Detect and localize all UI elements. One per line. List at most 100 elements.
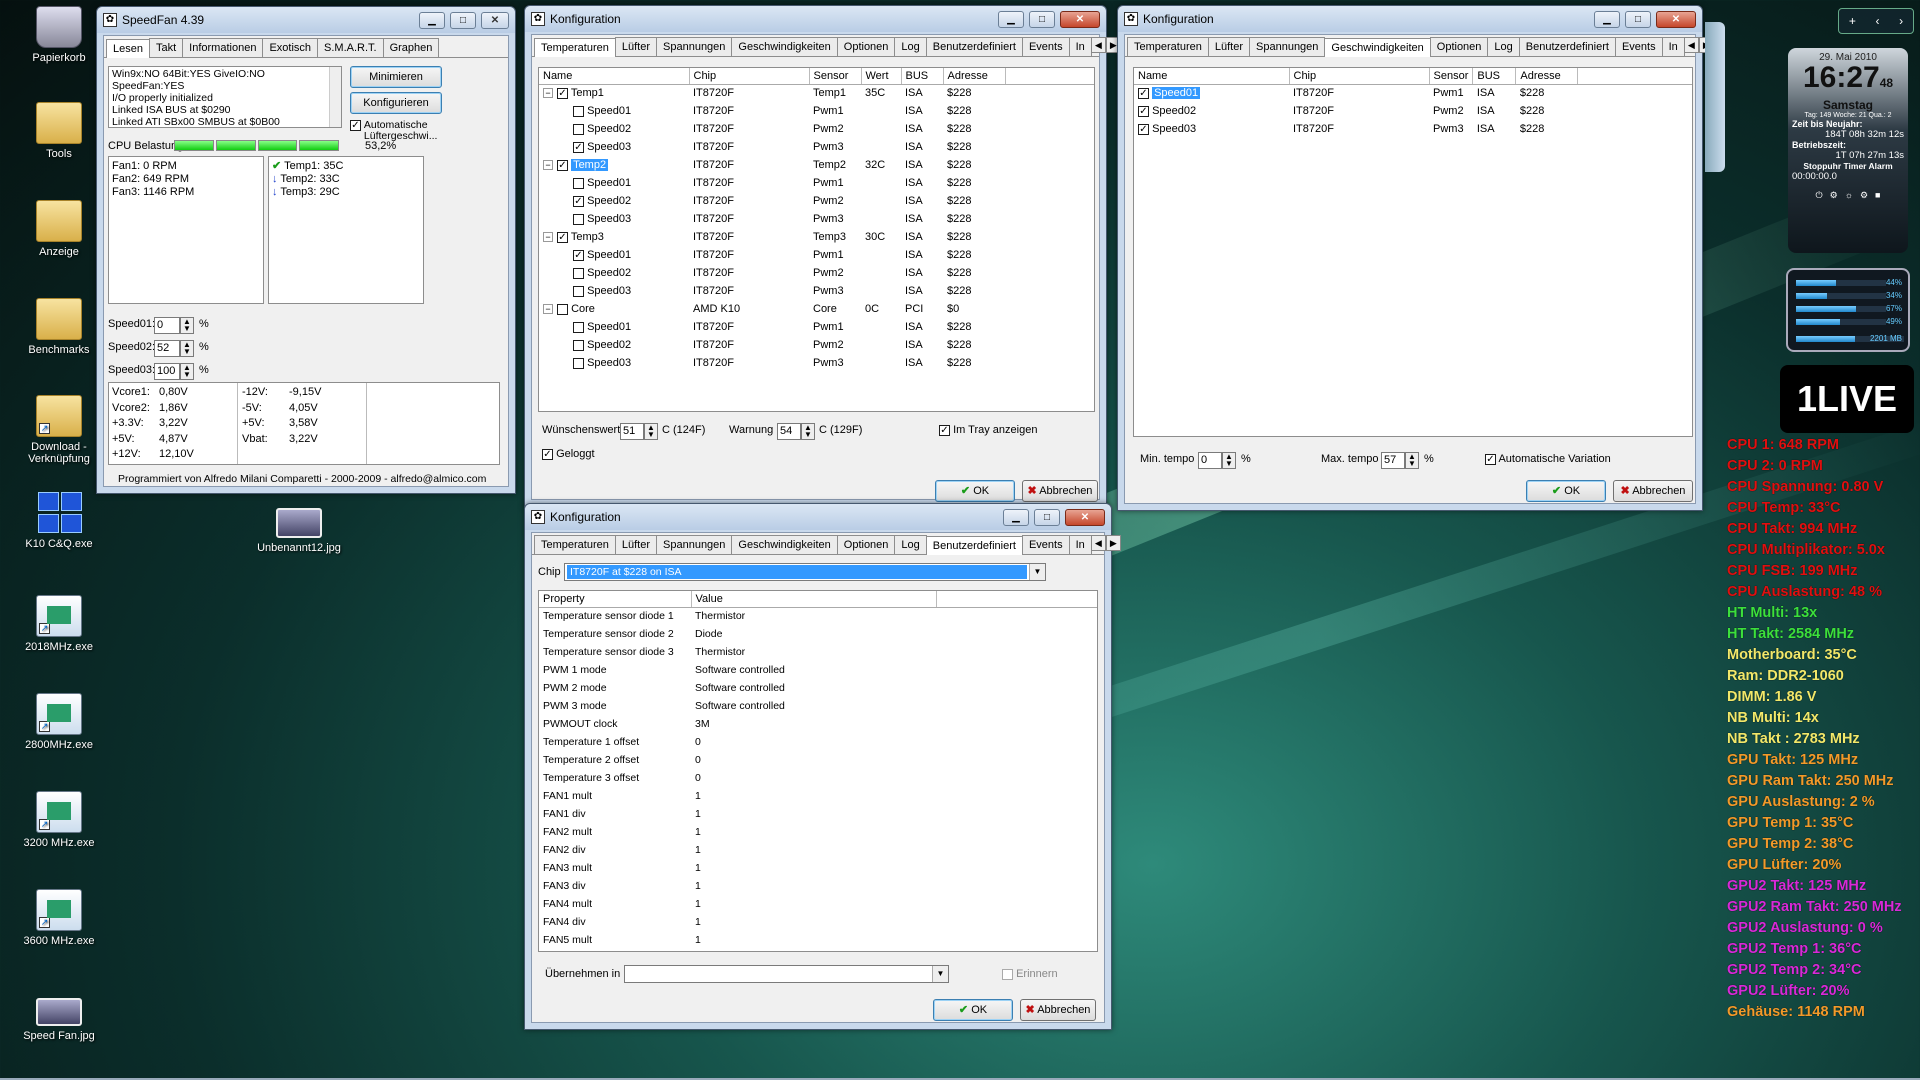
maximize-button[interactable]: □ — [1034, 508, 1060, 526]
config-titlebar[interactable]: ✿ Konfiguration ▁ □ ✕ — [525, 504, 1111, 530]
column-header[interactable]: Name — [1134, 68, 1290, 85]
tree-expander-icon[interactable]: − — [543, 304, 553, 314]
checkbox[interactable]: ✓ — [350, 120, 361, 131]
property-row[interactable]: FAN4 mult 1 — [539, 895, 1097, 913]
checkbox[interactable] — [573, 357, 584, 369]
desktop-icon-3600mhz[interactable]: ↗ 3600 MHz.exe — [9, 889, 109, 947]
lock-icon[interactable]: ■ — [1875, 190, 1880, 201]
tab-spannungen[interactable]: Spannungen — [1249, 37, 1326, 56]
tab-geschwindigkeiten[interactable]: Geschwindigkeiten — [731, 37, 838, 56]
column-header[interactable]: Value — [691, 591, 937, 608]
tab-log[interactable]: Log — [1487, 37, 1520, 56]
checkbox[interactable]: ✓ — [1138, 123, 1149, 135]
column-header[interactable]: Property — [539, 591, 692, 608]
tree-expander-icon[interactable]: − — [543, 232, 553, 242]
tab-informationen[interactable]: Informationen — [182, 38, 264, 57]
minimize-button[interactable]: ▁ — [419, 11, 445, 29]
chevron-right-icon[interactable]: ▶ — [1105, 535, 1121, 551]
clock-gadget[interactable]: 29. Mai 2010 16:2748 Samstag Tag: 149 Wo… — [1788, 48, 1908, 253]
table-row[interactable]: ✓ Speed01 IT8720F Pwm1 ISA $228 — [1134, 84, 1692, 102]
property-row[interactable]: PWM 1 mode Software controlled — [539, 661, 1097, 679]
column-header[interactable]: Adresse — [1515, 68, 1579, 85]
ok-button[interactable]: ✔ OK — [935, 480, 1015, 502]
checkbox[interactable]: ✓ — [573, 141, 584, 153]
tab-log[interactable]: Log — [894, 37, 927, 56]
checkbox[interactable] — [573, 213, 584, 225]
tab-temperaturen[interactable]: Temperaturen — [534, 535, 616, 554]
checkbox[interactable] — [557, 303, 568, 315]
property-row[interactable]: FAN3 div 1 — [539, 877, 1097, 895]
gear-icon[interactable]: ⚙ — [1860, 190, 1868, 201]
speed-list[interactable]: Name Chip Sensor BUS Adresse ✓ Speed01 IT… — [1133, 67, 1693, 437]
desktop-icon-speedfan-jpg[interactable]: Speed Fan.jpg — [9, 998, 109, 1042]
speed01-input[interactable]: 0 — [154, 317, 180, 334]
tab-more[interactable]: In — [1068, 535, 1092, 554]
tab-more[interactable]: In — [1068, 37, 1092, 56]
desktop-icon-tools[interactable]: Tools — [9, 102, 109, 160]
table-row[interactable]: ✓ Speed02 IT8720F Pwm2 ISA $228 — [1134, 102, 1692, 120]
tab-optionen[interactable]: Optionen — [836, 37, 896, 56]
property-row[interactable]: Temperature sensor diode 1 Thermistor — [539, 607, 1097, 625]
table-row[interactable]: Speed03 IT8720F Pwm3 ISA $228 — [539, 354, 1094, 372]
cancel-button[interactable]: ✖ Abbrechen — [1020, 999, 1096, 1021]
speedfan-log[interactable]: Win9x:NO 64Bit:YES GiveIO:NO SpeedFan:YE… — [108, 66, 342, 128]
log-scrollbar[interactable] — [329, 67, 341, 127]
desktop-icon-download[interactable]: ↗ Download - Verknüpfung — [9, 395, 109, 465]
property-row[interactable]: FAN2 mult 1 — [539, 823, 1097, 841]
chevron-down-icon[interactable]: ▼ — [1029, 564, 1045, 580]
radio-1live-gadget[interactable]: 1LIVE — [1780, 365, 1914, 433]
table-row[interactable]: − ✓ Temp1 IT8720F Temp1 35C ISA $228 — [539, 84, 1094, 102]
desktop-icon-anzeige[interactable]: Anzeige — [9, 200, 109, 258]
config-titlebar[interactable]: ✿ Konfiguration ▁ □ ✕ — [525, 6, 1106, 32]
tab-benutzerdefiniert[interactable]: Benutzerdefiniert — [925, 536, 1023, 555]
table-row[interactable]: Speed02 IT8720F Pwm2 ISA $228 — [539, 264, 1094, 282]
desired-spinner[interactable]: ▲ ▼ — [644, 423, 658, 440]
checkbox[interactable] — [573, 285, 584, 297]
chevron-right-icon[interactable]: › — [1899, 14, 1903, 28]
desktop-icon-2800mhz[interactable]: ↗ 2800MHz.exe — [9, 693, 109, 751]
logged-toggle[interactable]: ✓ Geloggt — [542, 448, 595, 460]
column-header[interactable]: Adresse — [943, 68, 1006, 85]
property-row[interactable]: FAN1 mult 1 — [539, 787, 1097, 805]
auto-variation-toggle[interactable]: ✓ Automatische Variation — [1485, 453, 1611, 465]
tab-graphen[interactable]: Graphen — [382, 38, 440, 57]
chevron-left-icon[interactable]: ‹ — [1876, 14, 1880, 28]
tab-events[interactable]: Events — [1614, 37, 1663, 56]
tray-toggle[interactable]: ✓ Im Tray anzeigen — [939, 424, 1037, 436]
tab-temperaturen[interactable]: Temperaturen — [534, 38, 616, 57]
table-row[interactable]: − Core AMD K10 Core 0C PCI $0 — [539, 300, 1094, 318]
property-row[interactable]: FAN5 div1 — [539, 949, 1097, 951]
tab-benutzerdefiniert[interactable]: Benutzerdefiniert — [1518, 37, 1616, 56]
power-icon[interactable]: ⏻ — [1816, 190, 1823, 201]
table-row[interactable]: ✓ Speed02 IT8720F Pwm2 ISA $228 — [539, 192, 1094, 210]
max-tempo-input[interactable]: 57 — [1381, 452, 1405, 469]
speed03-input[interactable]: 100 — [154, 363, 180, 380]
tab-spannungen[interactable]: Spannungen — [656, 37, 733, 56]
speed03-spinner[interactable]: ▲ ▼ — [180, 363, 194, 380]
minimize-button[interactable]: ▁ — [1594, 10, 1620, 28]
desktop-icon-2018mhz[interactable]: ↗ 2018MHz.exe — [9, 595, 109, 653]
table-row[interactable]: Speed01 IT8720F Pwm1 ISA $228 — [539, 102, 1094, 120]
property-row[interactable]: Temperature 3 offset 0 — [539, 769, 1097, 787]
desktop-icon-recycle-bin[interactable]: Papierkorb — [9, 6, 109, 64]
property-row[interactable]: PWMOUT clock 3M — [539, 715, 1097, 733]
tab-exotisch[interactable]: Exotisch — [262, 38, 319, 57]
maximize-button[interactable]: □ — [1029, 10, 1055, 28]
close-button[interactable]: ✕ — [481, 11, 509, 29]
temperature-tree[interactable]: Name Chip Sensor Wert BUS Adresse − ✓ Tem… — [538, 67, 1095, 412]
maximize-button[interactable]: □ — [450, 11, 476, 29]
tab-takt[interactable]: Takt — [148, 38, 184, 57]
checkbox[interactable]: ✓ — [573, 195, 584, 207]
checkbox[interactable]: ✓ — [557, 231, 568, 243]
checkbox[interactable]: ✓ — [573, 249, 584, 261]
ok-button[interactable]: ✔ OK — [1526, 480, 1606, 502]
checkbox[interactable]: ✓ — [557, 159, 568, 171]
speed01-spinner[interactable]: ▲ ▼ — [180, 317, 194, 334]
tab-optionen[interactable]: Optionen — [836, 535, 896, 554]
property-row[interactable]: PWM 2 mode Software controlled — [539, 679, 1097, 697]
speed02-spinner[interactable]: ▲ ▼ — [180, 340, 194, 357]
column-header[interactable]: Sensor — [1429, 68, 1474, 85]
settings-icon[interactable]: ⚙ — [1830, 190, 1838, 201]
chevron-left-icon[interactable]: ◀ — [1683, 37, 1699, 53]
table-row[interactable]: − ✓ Temp2 IT8720F Temp2 32C ISA $228 — [539, 156, 1094, 174]
